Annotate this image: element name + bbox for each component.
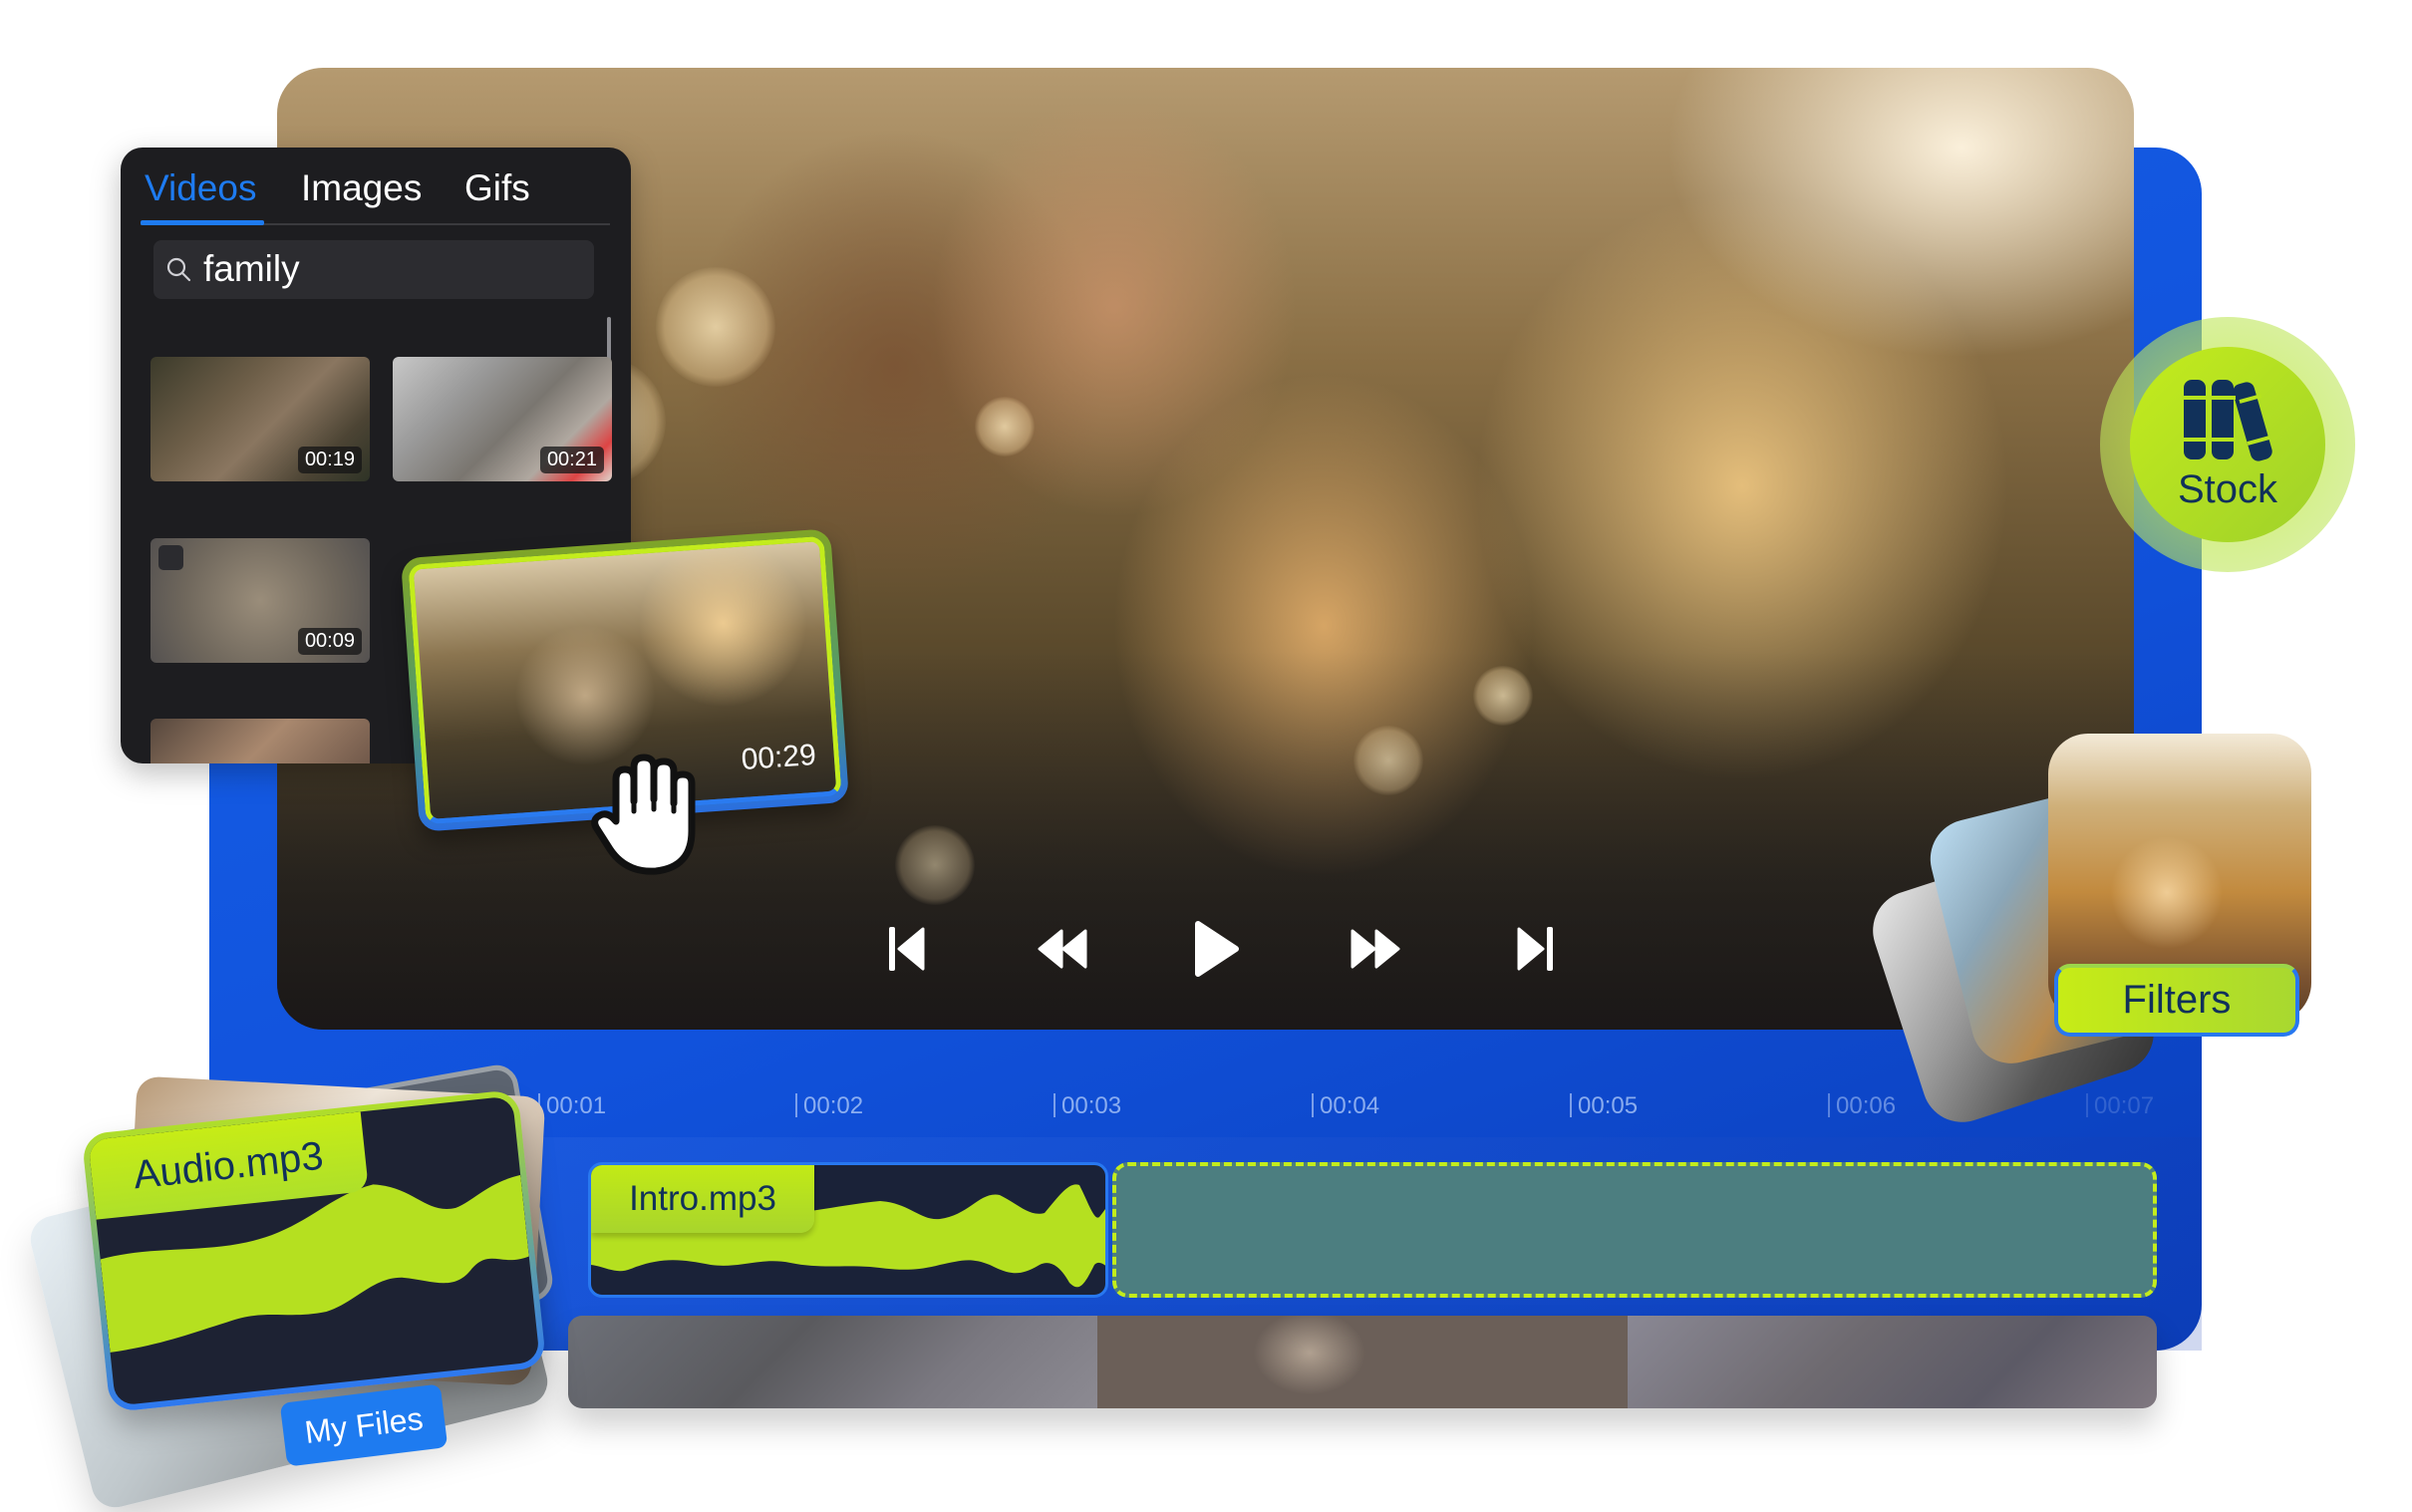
audio-clip[interactable]: Intro.mp3 [588, 1162, 1108, 1298]
timeline-tick [1570, 1093, 1572, 1117]
search-icon [165, 256, 191, 286]
audio-file-card-body: Audio.mp3 [88, 1095, 540, 1406]
active-tab-indicator [141, 220, 264, 225]
search-box[interactable] [153, 240, 594, 299]
filters-button[interactable]: Filters [2054, 964, 2299, 1037]
video-result[interactable]: 00:21 [393, 357, 612, 481]
video-track[interactable] [568, 1316, 2157, 1408]
tab-gifs[interactable]: Gifs [464, 167, 530, 209]
video-duration: 00:19 [297, 447, 362, 473]
video-frame [1097, 1316, 1628, 1408]
stock-button[interactable]: Stock [2100, 317, 2355, 572]
tab-images[interactable]: Images [301, 167, 422, 209]
timeline-tick [795, 1093, 797, 1117]
tab-videos[interactable]: Videos [145, 167, 256, 209]
stock-badge-core: Stock [2130, 347, 2325, 542]
video-duration: 00:21 [539, 447, 604, 473]
audio-file-card[interactable]: Audio.mp3 [81, 1088, 547, 1413]
search-input[interactable] [203, 248, 582, 290]
audio-clip-label: Intro.mp3 [591, 1165, 814, 1233]
clip-duration: 00:29 [740, 738, 817, 777]
video-result[interactable] [151, 719, 370, 763]
video-duration: 00:09 [297, 628, 362, 655]
grab-hand-icon [588, 750, 708, 883]
rewind-button[interactable] [1033, 919, 1092, 979]
timeline-tick-label: 00:04 [1320, 1092, 1380, 1119]
bokeh-light [975, 397, 1035, 456]
timeline-tick [1828, 1093, 1830, 1117]
skip-back-icon [889, 927, 925, 971]
skip-forward-icon [1517, 927, 1553, 971]
skip-forward-button[interactable] [1505, 919, 1565, 979]
timeline-tick-label: 00:06 [1836, 1092, 1897, 1119]
rewind-icon [1038, 929, 1087, 969]
fast-forward-button[interactable] [1346, 919, 1405, 979]
timeline-tick-label: 00:03 [1061, 1092, 1122, 1119]
drop-zone[interactable] [1112, 1162, 2157, 1298]
bokeh-light [656, 267, 775, 387]
timeline-tick-label: 00:05 [1578, 1092, 1639, 1119]
timeline-tick [1312, 1093, 1314, 1117]
timeline-tick-label: 00:02 [803, 1092, 864, 1119]
timeline-tick-label: 00:07 [2094, 1092, 2155, 1119]
timeline-tick-label: 00:01 [546, 1092, 607, 1119]
timeline-tick [2086, 1093, 2088, 1117]
select-checkbox[interactable] [158, 545, 183, 570]
video-frame [568, 1316, 1098, 1408]
play-icon [1195, 921, 1239, 977]
skip-back-button[interactable] [877, 919, 937, 979]
timeline-tick [1054, 1093, 1055, 1117]
video-result[interactable]: 00:19 [151, 357, 370, 481]
books-icon [2182, 379, 2272, 461]
video-result[interactable]: 00:09 [151, 538, 370, 663]
play-button[interactable] [1186, 919, 1246, 979]
stock-label: Stock [2177, 466, 2278, 511]
video-frame [1627, 1316, 2157, 1408]
fast-forward-icon [1351, 929, 1400, 969]
